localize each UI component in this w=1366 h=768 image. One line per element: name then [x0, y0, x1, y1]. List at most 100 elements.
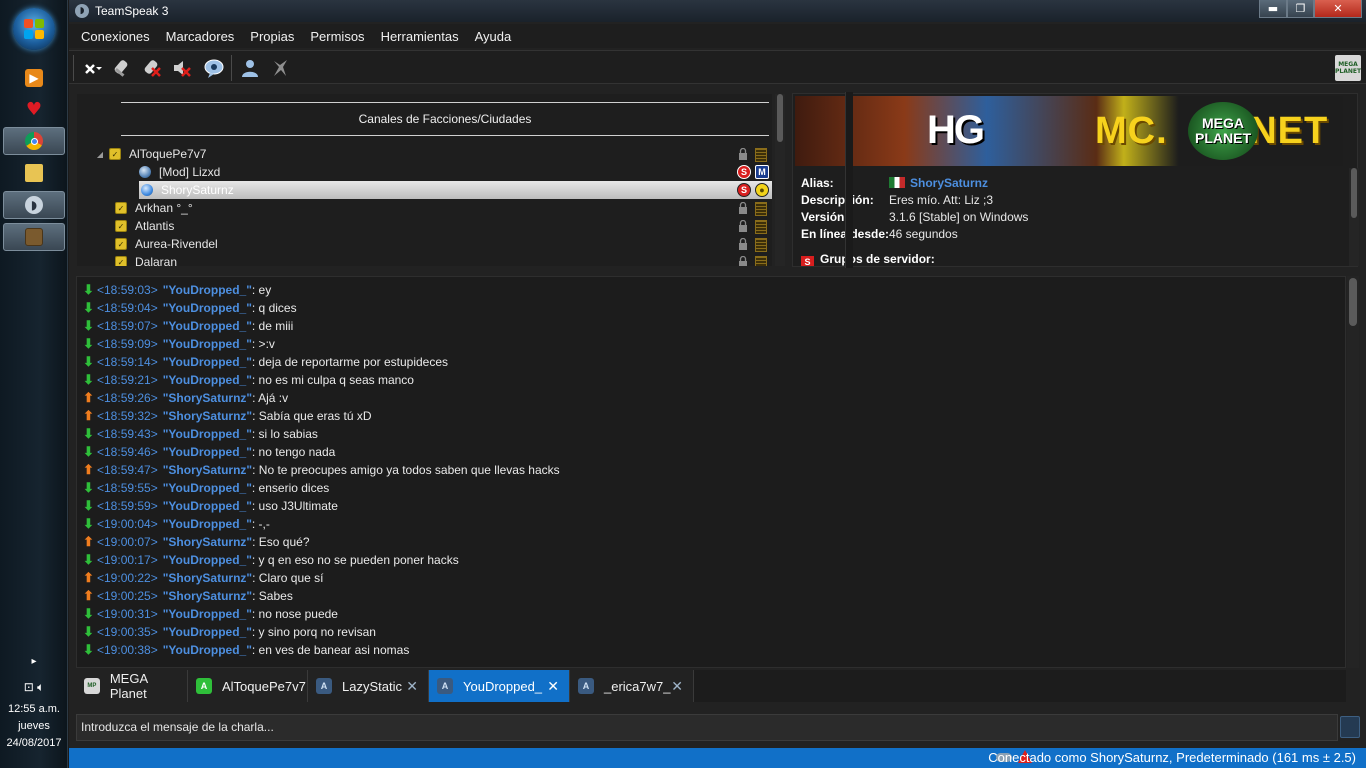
channel-row[interactable]: ✓ Arkhan °_°	[77, 199, 772, 217]
menu-propias[interactable]: Propias	[242, 29, 302, 44]
tab-erica[interactable]: A _erica7w7_ ✕	[570, 670, 694, 702]
outgoing-arrow-icon: ⬆	[83, 570, 94, 585]
server-banner[interactable]: HG MC. .NET MEGA PLANET	[795, 96, 1343, 166]
chat-scrollbar[interactable]	[1347, 276, 1359, 668]
tab-label: _erica7w7_	[604, 678, 671, 694]
channel-row[interactable]: ✓ Atlantis	[77, 217, 772, 235]
mute-microphone-button[interactable]	[139, 55, 165, 81]
menu-marcadores[interactable]: Marcadores	[158, 29, 243, 44]
collapse-arrow-icon[interactable]: ◢	[77, 150, 109, 159]
channel-row[interactable]: ✓ Dalaran	[77, 253, 772, 266]
taskbar-heart-app[interactable]: ♥	[3, 95, 65, 123]
message-text: : Eso qué?	[252, 535, 310, 549]
message-sender[interactable]: "YouDropped_"	[163, 499, 252, 513]
menu-herramientas[interactable]: Herramientas	[373, 29, 467, 44]
tab-lazystatic[interactable]: A LazyStatic ✕	[308, 670, 429, 702]
client-row-selected[interactable]: ShorySaturnz S ●	[139, 181, 772, 199]
clock-day[interactable]: jueves	[0, 720, 68, 732]
tab-label: LazyStatic	[342, 678, 402, 694]
spacer-channel-title[interactable]: Canales de Facciones/Ciudades	[121, 112, 769, 126]
message-timestamp: <18:59:03>	[97, 283, 158, 297]
incoming-arrow-icon: ⬇	[83, 642, 94, 657]
subscribe-button[interactable]	[201, 55, 227, 81]
alias-value[interactable]: ShorySaturnz	[889, 176, 988, 190]
message-sender[interactable]: "YouDropped_"	[163, 481, 252, 495]
message-sender[interactable]: "ShorySaturnz"	[163, 463, 252, 477]
minimize-button[interactable]: ▬	[1259, 0, 1287, 18]
menu-ayuda[interactable]: Ayuda	[467, 29, 520, 44]
message-timestamp: <19:00:31>	[97, 607, 158, 621]
server-group-icon: S	[801, 256, 814, 266]
message-sender[interactable]: "ShorySaturnz"	[163, 535, 252, 549]
emoticons-button[interactable]	[1340, 716, 1360, 738]
incoming-arrow-icon: ⬇	[83, 606, 94, 621]
show-hidden-icons-arrow[interactable]: ▸	[0, 656, 68, 667]
message-text: : No te preocupes amigo ya todos saben q…	[252, 463, 560, 477]
mute-speakers-button[interactable]	[169, 55, 195, 81]
message-sender[interactable]: "YouDropped_"	[163, 445, 252, 459]
info-panel-scrollbar[interactable]	[1349, 168, 1359, 266]
channel-tree[interactable]: Canales de Facciones/Ciudades ◢ ✓ AlToqu…	[77, 94, 772, 266]
message-sender[interactable]: "YouDropped_"	[163, 355, 252, 369]
channel-name: Atlantis	[135, 219, 175, 233]
clock-time[interactable]: 12:55 a.m.	[0, 703, 68, 715]
clock-date[interactable]: 24/08/2017	[0, 737, 68, 749]
message-sender[interactable]: "YouDropped_"	[163, 427, 252, 441]
channel-row[interactable]: ✓ Aurea-Rivendel	[77, 235, 772, 253]
tab-youdropped[interactable]: A YouDropped_ ✕	[429, 670, 570, 702]
tab-channel[interactable]: A AlToquePe7v7	[188, 670, 308, 702]
message-sender[interactable]: "YouDropped_"	[163, 625, 252, 639]
taskbar-chrome[interactable]	[3, 127, 65, 155]
message-sender[interactable]: "YouDropped_"	[163, 643, 252, 657]
message-sender[interactable]: "ShorySaturnz"	[163, 571, 252, 585]
channel-icon: ✓	[115, 202, 127, 214]
server-groups-row: S Grupos de servidor:	[801, 252, 935, 266]
menu-conexiones[interactable]: Conexiones	[73, 29, 158, 44]
panel-splitter[interactable]	[845, 92, 853, 268]
message-sender[interactable]: "ShorySaturnz"	[163, 391, 252, 405]
message-sender[interactable]: "ShorySaturnz"	[163, 409, 252, 423]
close-tab-icon[interactable]: ✕	[671, 678, 683, 695]
message-sender[interactable]: "YouDropped_"	[163, 517, 252, 531]
channel-tree-scrollbar[interactable]	[775, 94, 785, 266]
client-status-icon	[139, 166, 151, 178]
chat-message: ⬆ <18:59:47> "ShorySaturnz": No te preocup…	[83, 461, 560, 479]
taskbar-media-player[interactable]: ▶	[3, 64, 65, 92]
message-text: : de miii	[251, 319, 294, 333]
start-button[interactable]	[13, 8, 55, 50]
title-bar[interactable]: ◗ TeamSpeak 3 ▬ ❐ ✕	[69, 0, 1366, 22]
private-chat-icon: A	[316, 678, 332, 694]
chat-message: ⬆ <18:59:32> "ShorySaturnz": Sabía que era…	[83, 407, 372, 425]
taskbar-explorer[interactable]	[3, 159, 65, 187]
channel-codec-icon	[755, 238, 767, 252]
message-sender[interactable]: "YouDropped_"	[163, 301, 252, 315]
tab-mega-planet[interactable]: MP MEGA Planet	[76, 670, 188, 702]
disconnect-button[interactable]	[79, 55, 105, 81]
message-sender[interactable]: "YouDropped_"	[163, 607, 252, 621]
message-sender[interactable]: "YouDropped_"	[163, 373, 252, 387]
outgoing-arrow-icon: ⬆	[83, 390, 94, 405]
contacts-button[interactable]	[237, 55, 263, 81]
tray-network-volume-icon[interactable]: ⊡ 🔈︎	[0, 680, 68, 695]
taskbar-minecraft[interactable]	[3, 223, 65, 251]
message-timestamp: <18:59:26>	[97, 391, 158, 405]
client-row[interactable]: [Mod] Lizxd S M	[77, 163, 772, 181]
message-sender[interactable]: "YouDropped_"	[163, 283, 252, 297]
menu-permisos[interactable]: Permisos	[302, 29, 372, 44]
message-sender[interactable]: "YouDropped_"	[163, 553, 252, 567]
channel-row[interactable]: ◢ ✓ AlToquePe7v7	[77, 145, 772, 163]
maximize-button[interactable]: ❐	[1287, 0, 1314, 18]
mega-planet-icon[interactable]: MEGA PLANET	[1335, 55, 1361, 81]
channel-codec-icon	[755, 256, 767, 266]
chat-message-input[interactable]: Introduzca el mensaje de la charla...	[76, 714, 1338, 741]
close-tab-icon[interactable]: ✕	[406, 678, 418, 695]
away-button[interactable]	[109, 55, 135, 81]
close-button[interactable]: ✕	[1314, 0, 1362, 18]
message-sender[interactable]: "YouDropped_"	[163, 337, 252, 351]
taskbar-teamspeak[interactable]: ◗	[3, 191, 65, 219]
whisper-button[interactable]	[267, 55, 293, 81]
message-sender[interactable]: "ShorySaturnz"	[163, 589, 252, 603]
close-tab-icon[interactable]: ✕	[547, 678, 559, 695]
channel-codec-icon	[755, 202, 767, 216]
message-sender[interactable]: "YouDropped_"	[163, 319, 252, 333]
